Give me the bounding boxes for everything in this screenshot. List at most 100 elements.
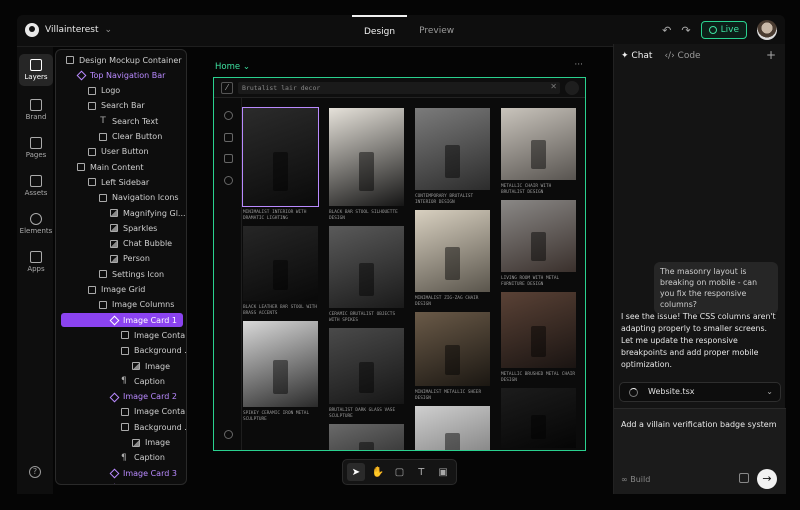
chat-bubble-icon[interactable] — [224, 154, 233, 163]
magnifying-glass-icon[interactable] — [224, 111, 233, 120]
layer-row[interactable]: Left Sidebar — [56, 175, 186, 189]
layer-row[interactable]: Background ... — [56, 344, 187, 358]
layer-label: Search Text — [112, 116, 159, 126]
workspace-switcher[interactable]: Villainterest ⌄ — [25, 23, 112, 37]
rail-item-pages[interactable]: Pages — [19, 137, 53, 159]
layer-label: Settings Icon — [112, 269, 165, 279]
card-image — [329, 328, 404, 404]
chat-input-text[interactable]: Add a villain verification badge system — [621, 420, 777, 429]
sparkles-icon[interactable] — [224, 133, 233, 142]
design-frame[interactable]: ⁄ Brutalist lair decor ✕ Minimalist inte… — [213, 77, 586, 451]
frame-icon[interactable]: ▢ — [391, 463, 409, 481]
layer-row[interactable]: Settings Icon — [56, 267, 186, 281]
layer-label: Caption — [134, 453, 165, 463]
person-icon[interactable] — [224, 176, 233, 185]
layer-row[interactable]: Background ... — [56, 420, 186, 434]
layer-label: Magnifying Gl... — [123, 208, 186, 218]
hand-icon[interactable]: ✋ — [369, 463, 387, 481]
card-caption: Metallic chair with brutalist design — [501, 184, 552, 195]
component-icon — [110, 484, 118, 485]
card-image-subject — [359, 152, 374, 192]
card-image-subject — [445, 345, 460, 375]
frame-icon — [121, 423, 129, 432]
layer-row[interactable]: Image Conta... — [56, 328, 186, 342]
layer-label: Design Mockup Container — [79, 55, 182, 65]
pointer-icon[interactable]: ➤ — [347, 463, 365, 481]
layer-label: Background ... — [134, 346, 187, 356]
build-toggle[interactable]: ∞ Build — [621, 475, 650, 484]
canvas-header: Home ⌄ ··· — [215, 60, 585, 74]
rail-item-layers[interactable]: Layers — [19, 54, 53, 86]
elements-icon — [30, 213, 42, 225]
layer-row[interactable]: Image — [56, 359, 186, 373]
card-image — [415, 312, 490, 386]
tab-code[interactable]: ‹/› Code — [664, 51, 700, 61]
new-chat-icon[interactable]: + — [766, 48, 776, 62]
card-image-subject — [531, 326, 546, 357]
layer-label: Clear Button — [112, 132, 163, 141]
layer-label: Image Card 1 — [123, 315, 177, 325]
layer-row[interactable]: Image Card 3 — [56, 466, 186, 480]
component-icon — [110, 393, 118, 401]
build-label: Build — [630, 475, 651, 484]
layer-row[interactable]: ¶ Caption — [56, 451, 186, 465]
layer-row[interactable]: Person — [56, 252, 186, 266]
layer-row[interactable]: Chat Bubble — [56, 237, 186, 251]
search-bar[interactable]: Brutalist lair decor — [238, 82, 560, 94]
redo-icon[interactable]: ↷ — [681, 24, 690, 37]
search-text: Brutalist lair decor — [242, 84, 321, 92]
layer-row[interactable]: Image Card 2 — [56, 390, 186, 404]
layer-row[interactable]: Design Mockup Container — [56, 53, 186, 67]
undo-icon[interactable]: ↶ — [662, 24, 671, 37]
logo[interactable]: ⁄ — [221, 82, 233, 94]
layer-row[interactable]: Image Card 4 — [56, 481, 186, 485]
layer-row[interactable]: Image Grid — [56, 283, 186, 297]
layer-row[interactable]: Main Content — [56, 160, 186, 174]
tab-design[interactable]: Design — [352, 15, 408, 47]
top-bar: Villainterest ⌄ Design Preview ↶ ↷ Live — [17, 15, 785, 47]
live-button[interactable]: Live — [700, 21, 747, 39]
file-chip[interactable]: Website.tsx ⌄ — [619, 382, 781, 402]
image-tool-icon[interactable]: ▣ — [434, 463, 452, 481]
layer-label: Image — [145, 361, 171, 371]
tab-preview[interactable]: Preview — [407, 15, 466, 47]
canvas-toolbar: ➤ ✋ ▢ T ▣ — [342, 459, 457, 485]
help-icon[interactable]: ? — [29, 466, 41, 478]
text-tool-icon[interactable]: T — [412, 463, 430, 481]
layer-row[interactable]: T Search Text — [56, 114, 186, 128]
layer-row[interactable]: User Button — [56, 145, 186, 159]
rail-item-apps[interactable]: Apps — [19, 251, 53, 273]
user-button[interactable] — [565, 81, 579, 95]
user-avatar[interactable] — [757, 20, 777, 40]
card-caption: Metallic brushed metal chair design — [501, 372, 576, 383]
rail-item-elements[interactable]: Elements — [19, 213, 53, 235]
layer-row[interactable]: Image — [56, 436, 186, 450]
attach-image-icon[interactable] — [739, 473, 749, 483]
layer-row[interactable]: Sparkles — [56, 221, 186, 235]
card-image-subject — [359, 442, 374, 450]
more-options-icon[interactable]: ··· — [574, 60, 583, 70]
layer-label: Image Grid — [101, 285, 146, 294]
layer-row[interactable]: Navigation Icons — [56, 191, 186, 205]
text-icon: T — [100, 116, 106, 127]
layer-row[interactable]: Magnifying Gl... — [56, 206, 186, 220]
layer-row[interactable]: Top Navigation Bar — [56, 68, 186, 82]
send-button[interactable]: → — [757, 469, 777, 489]
clear-icon[interactable]: ✕ — [550, 82, 557, 91]
layer-row[interactable]: Clear Button — [56, 130, 186, 144]
card-caption: Spikey ceramic iron metal sculpture — [243, 411, 310, 422]
chat-input[interactable]: Add a villain verification badge system … — [614, 408, 786, 494]
settings-icon[interactable] — [224, 430, 233, 439]
layer-row[interactable]: Image Columns — [56, 298, 186, 312]
layer-row[interactable]: ¶ Caption — [56, 374, 186, 388]
page-selector[interactable]: Home ⌄ — [215, 62, 250, 72]
rail-item-brand[interactable]: Brand — [19, 99, 53, 121]
rail-label: Apps — [27, 265, 45, 273]
rail-item-assets[interactable]: Assets — [19, 175, 53, 197]
layer-row[interactable]: Logo — [56, 84, 186, 98]
tab-chat[interactable]: ✦ Chat — [621, 51, 652, 61]
layer-row[interactable]: Image Card 1 — [61, 313, 183, 328]
layer-row[interactable]: Image Conta... — [56, 405, 186, 419]
card-caption: Contemporary brutalist interior design — [415, 194, 474, 205]
layer-row[interactable]: Search Bar — [56, 99, 186, 113]
